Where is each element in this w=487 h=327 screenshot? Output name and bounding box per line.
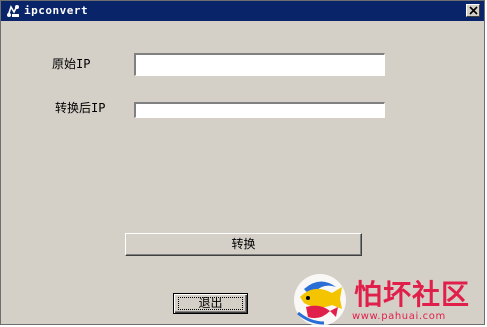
window-title: ipconvert [24,4,89,17]
watermark-url: www.pahuai.com [352,311,446,322]
converted-ip-label: 转换后IP [55,101,106,115]
close-button[interactable] [466,4,480,17]
title-bar[interactable]: ipconvert [1,1,484,21]
watermark-title: 怕坏社区 [354,278,471,311]
source-ip-label: 原始IP [52,57,91,71]
fish-logo-icon [294,274,346,326]
watermark: 怕坏社区 www.pahuai.com [290,273,487,327]
app-icon [5,3,21,19]
source-ip-input[interactable] [134,53,385,76]
close-icon [469,6,478,15]
convert-button-label: 转换 [231,237,256,251]
exit-button-label: 退出 [198,296,223,310]
convert-button[interactable]: 转换 [125,233,362,256]
converted-ip-input[interactable] [134,102,385,118]
exit-button[interactable]: 退出 [173,293,248,314]
